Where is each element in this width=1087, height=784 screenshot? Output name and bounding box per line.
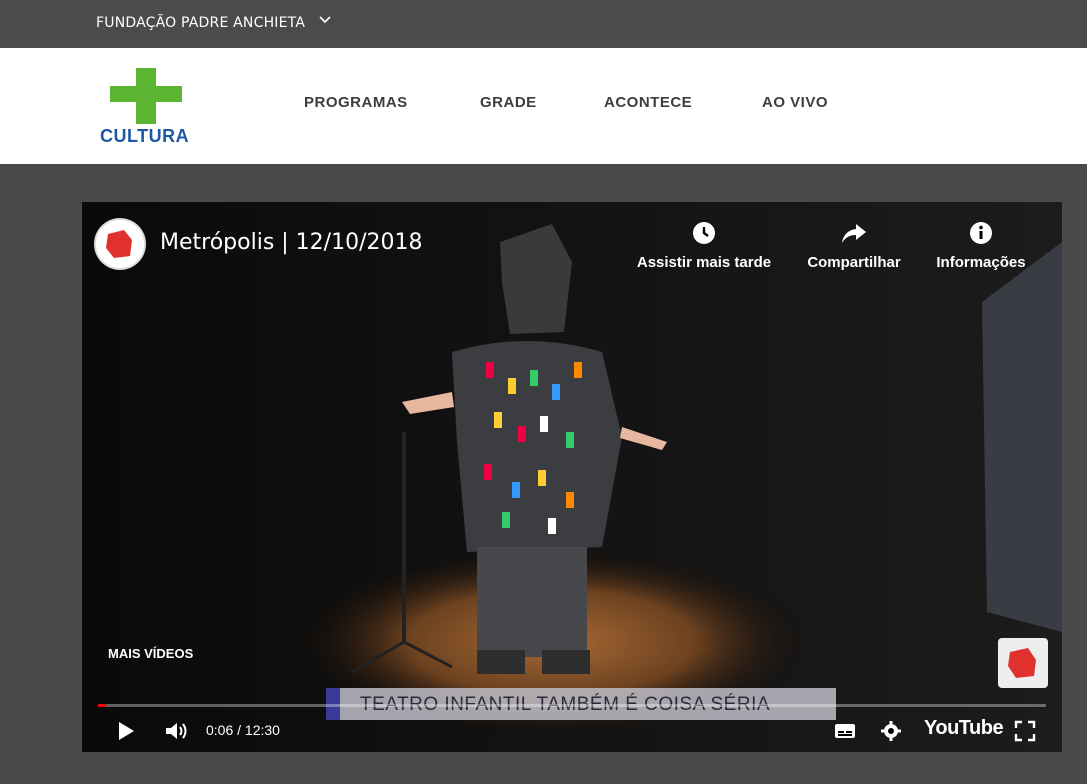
- video-player[interactable]: Metrópolis | 12/10/2018 Assistir mais ta…: [82, 202, 1062, 752]
- logo-word: CULTURA: [100, 126, 190, 146]
- time-display: 0:06 / 12:30: [206, 722, 280, 738]
- volume-icon[interactable]: [164, 720, 190, 747]
- site-header: CULTURA PROGRAMAS GRADE ACONTECE AO VIVO: [0, 48, 1087, 164]
- fullscreen-icon[interactable]: [1014, 720, 1036, 747]
- progress-fill: [98, 704, 106, 707]
- play-icon[interactable]: [116, 720, 136, 747]
- channel-watermark[interactable]: [998, 638, 1048, 688]
- watch-later-label: Assistir mais tarde: [636, 254, 772, 271]
- nav-ao-vivo[interactable]: AO VIVO: [762, 94, 828, 111]
- channel-avatar[interactable]: [96, 220, 144, 268]
- clock-icon: [626, 220, 782, 248]
- nav-programas[interactable]: PROGRAMAS: [304, 94, 408, 111]
- cultura-logo[interactable]: CULTURA: [100, 66, 200, 146]
- info-button[interactable]: Informações: [928, 220, 1034, 271]
- progress-bar[interactable]: [98, 704, 1046, 707]
- subtitles-icon[interactable]: [834, 722, 856, 745]
- org-menu-label[interactable]: FUNDAÇÃO PADRE ANCHIETA: [96, 15, 305, 31]
- top-bar: FUNDAÇÃO PADRE ANCHIETA: [0, 0, 1087, 48]
- chevron-down-icon[interactable]: [318, 13, 332, 30]
- youtube-logo[interactable]: YouTube: [924, 717, 1004, 740]
- share-button[interactable]: Compartilhar: [798, 220, 910, 271]
- share-label: Compartilhar: [807, 254, 901, 271]
- more-videos-button[interactable]: MAIS VÍDEOS: [108, 646, 193, 661]
- video-title[interactable]: Metrópolis | 12/10/2018: [160, 230, 422, 255]
- gear-icon[interactable]: [880, 720, 902, 747]
- nav-acontece[interactable]: ACONTECE: [604, 94, 692, 111]
- info-label: Informações: [936, 254, 1026, 271]
- share-icon: [798, 220, 910, 248]
- info-icon: [928, 220, 1034, 248]
- nav-grade[interactable]: GRADE: [480, 94, 537, 111]
- watch-later-button[interactable]: Assistir mais tarde: [626, 220, 782, 271]
- video-frame: [82, 202, 1062, 752]
